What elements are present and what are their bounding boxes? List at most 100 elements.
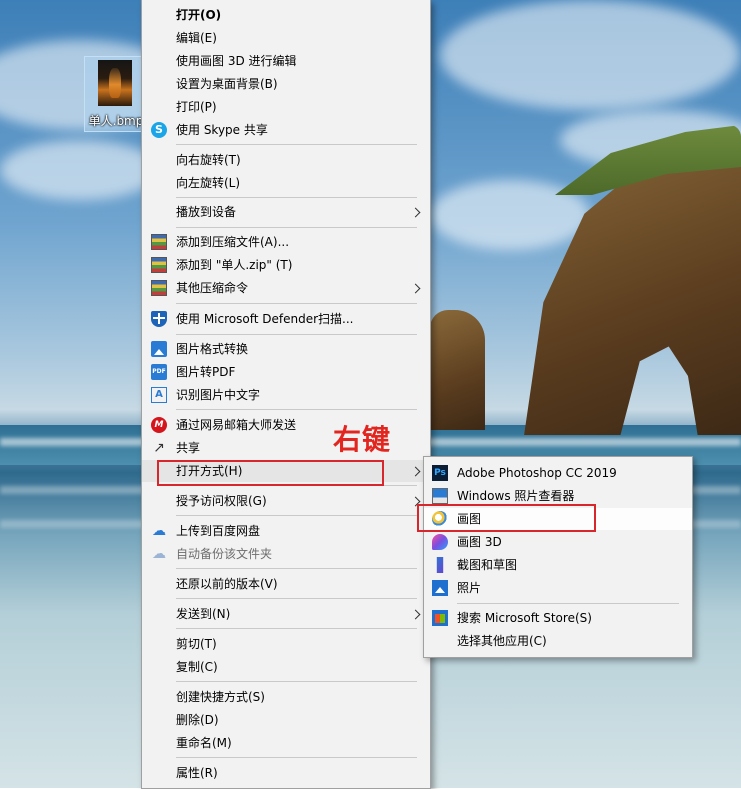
menu-item-image-to-pdf[interactable]: PDF 图片转PDF: [142, 361, 430, 383]
submenu-item-label: 截图和草图: [457, 558, 518, 572]
menu-item-upload-baidu[interactable]: ☁ 上传到百度网盘: [142, 520, 430, 542]
menu-item-label: 共享: [176, 441, 201, 455]
winrar-icon: [151, 257, 167, 273]
menu-separator: [176, 303, 417, 304]
menu-item-label: 还原以前的版本(V): [176, 577, 278, 591]
photo-viewer-icon: [432, 488, 448, 504]
image-thumbnail: [98, 60, 132, 106]
menu-item-label: 其他压缩命令: [176, 281, 249, 295]
chevron-right-icon: [410, 283, 421, 294]
menu-item-label: 上传到百度网盘: [176, 524, 261, 538]
cloud: [0, 140, 160, 200]
menu-separator: [176, 144, 417, 145]
menu-item-label: 授予访问权限(G): [176, 494, 267, 508]
image-icon: [151, 341, 167, 357]
share-icon: ↗: [153, 440, 165, 456]
menu-item-label: 通过网易邮箱大师发送: [176, 418, 297, 432]
menu-item-rotate-right[interactable]: 向右旋转(T): [142, 149, 430, 171]
highlight-box-paint: [417, 504, 596, 532]
menu-item-label: 播放到设备: [176, 205, 237, 219]
menu-separator: [176, 409, 417, 410]
submenu-item-snip-sketch[interactable]: 截图和草图: [424, 554, 692, 576]
menu-item-label: 添加到 "单人.zip" (T): [176, 258, 293, 272]
menu-item-skype-share[interactable]: S 使用 Skype 共享: [142, 119, 430, 141]
menu-separator: [176, 568, 417, 569]
ocr-icon: A: [151, 387, 167, 403]
menu-item-label: 向右旋转(T): [176, 153, 241, 167]
menu-item-label: 删除(D): [176, 713, 219, 727]
menu-item-label: 使用画图 3D 进行编辑: [176, 54, 297, 68]
submenu-item-label: Adobe Photoshop CC 2019: [457, 466, 617, 480]
baidu-cloud-icon: ☁: [152, 523, 166, 539]
cloud: [440, 0, 740, 110]
pdf-icon: PDF: [151, 364, 167, 380]
skype-icon: S: [151, 122, 167, 138]
context-menu: 打开(O) 编辑(E) 使用画图 3D 进行编辑 设置为桌面背景(B) 打印(P…: [141, 0, 431, 789]
winrar-icon: [151, 280, 167, 296]
menu-item-add-to-archive[interactable]: 添加到压缩文件(A)...: [142, 231, 430, 253]
baidu-cloud-icon: ☁: [152, 546, 166, 562]
highlight-box-open-with: [157, 460, 384, 486]
desktop-file-label: 单人.bmp: [88, 114, 144, 128]
menu-item-ocr[interactable]: A 识别图片中文字: [142, 384, 430, 406]
snip-sketch-icon: [436, 557, 444, 573]
menu-item-set-wallpaper[interactable]: 设置为桌面背景(B): [142, 73, 430, 95]
menu-item-add-to-zip[interactable]: 添加到 "单人.zip" (T): [142, 254, 430, 276]
menu-separator: [176, 227, 417, 228]
microsoft-store-icon: [432, 610, 448, 626]
menu-item-auto-backup[interactable]: ☁ 自动备份该文件夹: [142, 543, 430, 565]
menu-item-label: 编辑(E): [176, 31, 217, 45]
menu-item-copy[interactable]: 复制(C): [142, 656, 430, 678]
menu-separator: [176, 681, 417, 682]
menu-item-properties[interactable]: 属性(R): [142, 762, 430, 784]
menu-item-edit[interactable]: 编辑(E): [142, 27, 430, 49]
menu-separator: [457, 603, 679, 604]
menu-item-delete[interactable]: 删除(D): [142, 709, 430, 731]
menu-item-label: 打开(O): [176, 8, 222, 22]
menu-item-label: 设置为桌面背景(B): [176, 77, 278, 91]
menu-item-cast-to-device[interactable]: 播放到设备: [142, 201, 430, 223]
submenu-item-label: 照片: [457, 581, 482, 595]
submenu-item-label: Windows 照片查看器: [457, 489, 575, 503]
winrar-icon: [151, 234, 167, 250]
menu-item-label: 创建快捷方式(S): [176, 690, 265, 704]
menu-item-label: 发送到(N): [176, 607, 231, 621]
menu-item-print[interactable]: 打印(P): [142, 96, 430, 118]
menu-separator: [176, 515, 417, 516]
menu-separator: [176, 334, 417, 335]
desktop-file-icon[interactable]: 单人.bmp: [84, 56, 148, 132]
menu-item-restore-versions[interactable]: 还原以前的版本(V): [142, 573, 430, 595]
annotation-right-click: 右键: [333, 423, 392, 456]
menu-item-label: 图片格式转换: [176, 342, 249, 356]
submenu-item-store-search[interactable]: 搜索 Microsoft Store(S): [424, 607, 692, 629]
menu-item-cut[interactable]: 剪切(T): [142, 633, 430, 655]
menu-item-rename[interactable]: 重命名(M): [142, 732, 430, 754]
netease-mail-icon: M: [151, 417, 167, 433]
menu-item-grant-access[interactable]: 授予访问权限(G): [142, 490, 430, 512]
menu-separator: [176, 628, 417, 629]
menu-item-rotate-left[interactable]: 向左旋转(L): [142, 172, 430, 194]
menu-item-label: 自动备份该文件夹: [176, 547, 273, 561]
menu-item-open[interactable]: 打开(O): [142, 4, 430, 26]
menu-item-image-convert[interactable]: 图片格式转换: [142, 338, 430, 360]
submenu-item-choose-other[interactable]: 选择其他应用(C): [424, 630, 692, 652]
menu-item-other-compress[interactable]: 其他压缩命令: [142, 277, 430, 299]
menu-item-label: 使用 Skype 共享: [176, 123, 268, 137]
rock-left: [430, 310, 485, 430]
menu-item-defender-scan[interactable]: 使用 Microsoft Defender扫描...: [142, 308, 430, 330]
menu-item-create-shortcut[interactable]: 创建快捷方式(S): [142, 686, 430, 708]
chevron-right-icon: [410, 207, 421, 218]
photos-app-icon: [432, 580, 448, 596]
paint3d-icon: [432, 534, 448, 550]
submenu-item-paint3d[interactable]: 画图 3D: [424, 531, 692, 553]
submenu-item-photos[interactable]: 照片: [424, 577, 692, 599]
menu-item-label: 添加到压缩文件(A)...: [176, 235, 290, 249]
menu-item-label: 识别图片中文字: [176, 388, 261, 402]
submenu-item-label: 搜索 Microsoft Store(S): [457, 611, 592, 625]
submenu-item-photoshop[interactable]: Ps Adobe Photoshop CC 2019: [424, 462, 692, 484]
photoshop-icon: Ps: [432, 465, 448, 481]
menu-separator: [176, 598, 417, 599]
menu-item-edit-paint3d[interactable]: 使用画图 3D 进行编辑: [142, 50, 430, 72]
menu-item-send-to[interactable]: 发送到(N): [142, 603, 430, 625]
menu-item-label: 重命名(M): [176, 736, 232, 750]
